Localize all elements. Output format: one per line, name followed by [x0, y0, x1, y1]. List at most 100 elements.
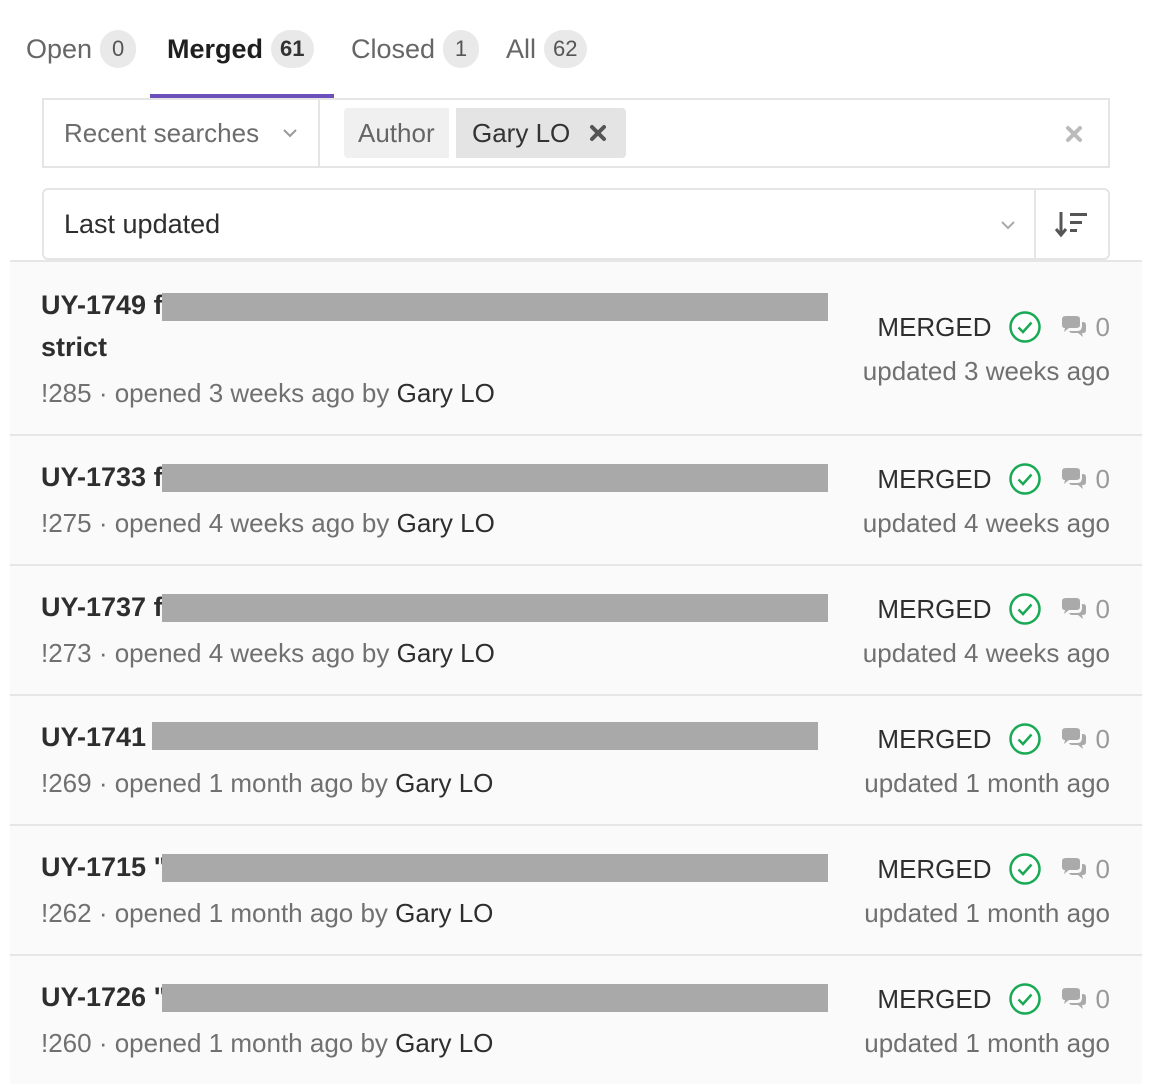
merge-request-row[interactable]: UY-1726 " !260 · opened 1 month ago by G…: [10, 954, 1142, 1084]
merged-status-label: MERGED: [877, 311, 992, 342]
filtered-search-bar[interactable]: Recent searches Author Gary LO: [42, 98, 1110, 168]
merge-request-list: UY-1749 f strict !285 · opened 3 weeks a…: [10, 260, 1142, 1084]
meta-text: !275 · opened 4 weeks ago by: [41, 508, 397, 538]
merge-request-title[interactable]: UY-1715 ": [41, 852, 166, 883]
tab-label: Closed: [351, 33, 436, 64]
redacted-block: [162, 464, 828, 492]
status-group: MERGED 0: [877, 852, 1110, 886]
recent-searches-label: Recent searches: [64, 117, 260, 148]
author-link[interactable]: Gary LO: [395, 898, 493, 928]
meta-text: !260 · opened 1 month ago by: [41, 1028, 396, 1058]
merge-request-row[interactable]: UY-1733 f !275 · opened 4 weeks ago by G…: [10, 434, 1142, 564]
meta-text: !262 · opened 1 month ago by: [41, 898, 396, 928]
merge-request-row[interactable]: UY-1749 f strict !285 · opened 3 weeks a…: [10, 260, 1142, 434]
tab-count-badge: 62: [544, 30, 587, 68]
updated-time: updated 4 weeks ago: [862, 508, 1110, 538]
redacted-block: [152, 722, 818, 750]
merge-request-title[interactable]: UY-1733 f: [41, 462, 163, 493]
merge-request-meta: !269 · opened 1 month ago by Gary LO: [41, 768, 493, 799]
sort-dropdown[interactable]: Last updated: [42, 188, 1034, 260]
merge-request-meta: !285 · opened 3 weeks ago by Gary LO: [41, 378, 495, 409]
chevron-down-icon: [1001, 221, 1015, 230]
merge-request-meta: !262 · opened 1 month ago by Gary LO: [41, 898, 493, 929]
comments-count[interactable]: 0: [1060, 854, 1110, 885]
redacted-block: [162, 984, 828, 1012]
redacted-block: [162, 854, 828, 882]
comments-count-value: 0: [1095, 463, 1110, 494]
author-link[interactable]: Gary LO: [395, 768, 493, 798]
pipeline-passed-icon[interactable]: [1008, 982, 1042, 1016]
pipeline-passed-icon[interactable]: [1008, 462, 1042, 496]
merged-status-label: MERGED: [877, 723, 992, 754]
tab-label: Open: [26, 33, 93, 64]
merge-request-title[interactable]: UY-1741: [41, 722, 146, 753]
tab-count-badge: 0: [100, 30, 137, 68]
tab-count-badge: 61: [271, 30, 314, 68]
pipeline-passed-icon[interactable]: [1008, 310, 1042, 344]
tab-closed[interactable]: Closed 1: [351, 0, 480, 98]
merged-status-label: MERGED: [877, 983, 992, 1014]
pipeline-passed-icon[interactable]: [1008, 592, 1042, 626]
state-tabs: Open 0 Merged 61 Closed 1 All 62: [10, 0, 1144, 98]
filter-token-value-label: Gary LO: [472, 117, 571, 148]
merged-status-label: MERGED: [877, 463, 992, 494]
chevron-down-icon: [283, 129, 297, 138]
tab-open[interactable]: Open 0: [26, 0, 137, 98]
filter-token-value[interactable]: Gary LO: [456, 108, 627, 158]
status-group: MERGED 0: [877, 722, 1110, 756]
author-link[interactable]: Gary LO: [397, 508, 495, 538]
comments-icon: [1061, 728, 1086, 749]
pipeline-passed-icon[interactable]: [1008, 722, 1042, 756]
comments-icon: [1061, 468, 1086, 489]
status-group: MERGED 0: [877, 310, 1110, 344]
updated-time: updated 1 month ago: [864, 768, 1110, 798]
merge-request-title[interactable]: UY-1737 f: [41, 592, 163, 623]
tab-all[interactable]: All 62: [506, 0, 587, 98]
updated-time: updated 4 weeks ago: [862, 638, 1110, 668]
sort-label: Last updated: [64, 208, 221, 239]
comments-count[interactable]: 0: [1060, 464, 1110, 495]
merge-request-title-continuation[interactable]: strict: [41, 332, 107, 363]
merge-request-title[interactable]: UY-1726 ": [41, 982, 166, 1013]
clear-search-icon[interactable]: [1064, 124, 1084, 144]
sort-direction-button[interactable]: [1034, 188, 1110, 260]
comments-count-value: 0: [1095, 311, 1110, 342]
meta-text: !269 · opened 1 month ago by: [41, 768, 396, 798]
merge-request-row[interactable]: UY-1715 " !262 · opened 1 month ago by G…: [10, 824, 1142, 954]
tab-count-badge: 1: [443, 30, 480, 68]
updated-time: updated 1 month ago: [864, 1028, 1110, 1058]
close-icon[interactable]: [588, 123, 608, 143]
comments-icon: [1061, 316, 1086, 337]
meta-text: !285 · opened 3 weeks ago by: [41, 378, 397, 408]
comments-icon: [1061, 858, 1086, 879]
comments-icon: [1061, 988, 1086, 1009]
comments-count[interactable]: 0: [1060, 594, 1110, 625]
tab-label: All: [506, 33, 537, 64]
comments-count[interactable]: 0: [1060, 312, 1110, 343]
author-link[interactable]: Gary LO: [397, 638, 495, 668]
merge-request-meta: !275 · opened 4 weeks ago by Gary LO: [41, 508, 495, 539]
status-group: MERGED 0: [877, 592, 1110, 626]
comments-icon: [1061, 598, 1086, 619]
comments-count-value: 0: [1095, 723, 1110, 754]
comments-count-value: 0: [1095, 853, 1110, 884]
comments-count-value: 0: [1095, 983, 1110, 1014]
updated-time: updated 1 month ago: [864, 898, 1110, 928]
merge-request-row[interactable]: UY-1741 !269 · opened 1 month ago by Gar…: [10, 694, 1142, 824]
recent-searches-dropdown[interactable]: Recent searches: [44, 100, 320, 166]
merge-request-meta: !260 · opened 1 month ago by Gary LO: [41, 1028, 493, 1059]
status-group: MERGED 0: [877, 462, 1110, 496]
redacted-block: [162, 594, 828, 622]
comments-count[interactable]: 0: [1060, 984, 1110, 1015]
author-link[interactable]: Gary LO: [397, 378, 495, 408]
merge-request-row[interactable]: UY-1737 f !273 · opened 4 weeks ago by G…: [10, 564, 1142, 694]
comments-count[interactable]: 0: [1060, 724, 1110, 755]
tab-merged[interactable]: Merged 61: [150, 0, 334, 98]
filter-token-key[interactable]: Author: [344, 108, 449, 158]
pipeline-passed-icon[interactable]: [1008, 852, 1042, 886]
filter-token-key-label: Author: [358, 117, 435, 148]
author-link[interactable]: Gary LO: [395, 1028, 493, 1058]
status-group: MERGED 0: [877, 982, 1110, 1016]
merge-request-title[interactable]: UY-1749 f: [41, 290, 163, 321]
merge-request-meta: !273 · opened 4 weeks ago by Gary LO: [41, 638, 495, 669]
